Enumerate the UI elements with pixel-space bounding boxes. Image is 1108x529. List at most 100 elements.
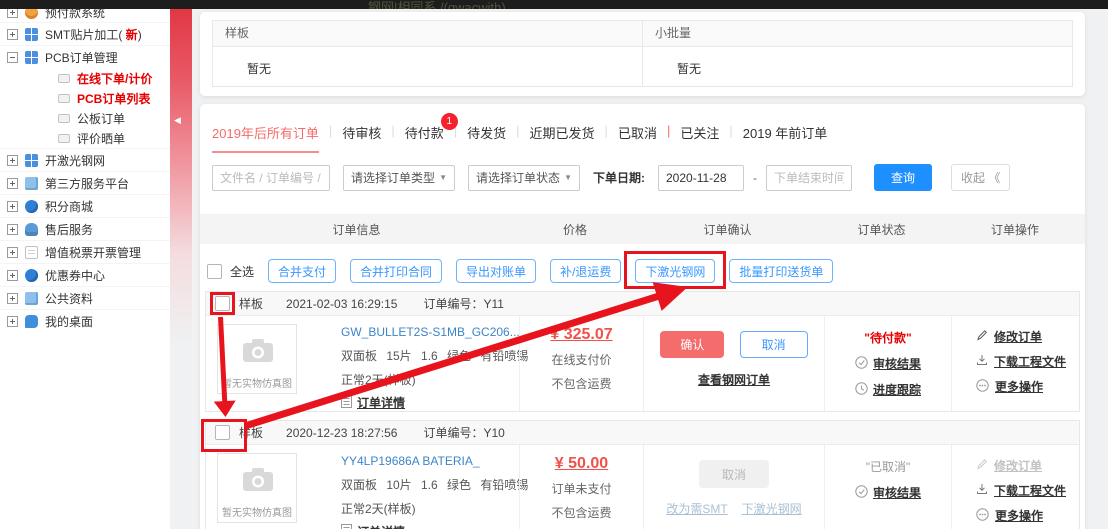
order-date-label: 下单日期: [593,169,645,186]
tab-recently-shipped[interactable]: 近期已发货 [530,123,595,151]
bulk-button-steel-stencil[interactable]: 下激光钢网 [635,259,715,283]
expand-plus-icon[interactable] [7,201,18,212]
chat-bubble-icon [25,315,38,328]
summary-empty-sample: 暂无 [213,47,642,86]
bulk-button-freight-adjust[interactable]: 补/退运费 [550,259,621,283]
review-result-link[interactable]: 审核结果 [873,484,921,501]
price-note: 订单未支付 [520,480,643,497]
tab-separator: | [595,123,618,138]
more-actions-icon [976,508,989,524]
bulk-button-merge-pay[interactable]: 合并支付 [268,259,336,283]
collapse-filters-button[interactable]: 收起 《 [951,164,1010,191]
modify-order-link-disabled: 修改订单 [994,457,1042,474]
start-date-input[interactable] [658,165,744,191]
check-circle-icon [855,356,868,372]
expand-plus-icon[interactable] [7,247,18,258]
expand-plus-icon[interactable] [7,155,18,166]
tab-pending-shipment[interactable]: 待发货 [467,123,506,151]
tab-followed[interactable]: 已关注 [680,123,719,151]
sidebar-item-third-party-platform[interactable]: 第三方服务平台 [0,171,170,194]
modify-order-link[interactable]: 修改订单 [994,328,1042,345]
progress-tracking-link[interactable]: 进度跟踪 [873,381,921,398]
order-datetime: 2020-12-23 18:27:56 [286,426,397,440]
view-stencil-order-link[interactable]: 查看钢网订单 [698,371,770,388]
collapse-minus-icon[interactable] [7,52,18,63]
order-number: 订单编号：Y10 [423,424,504,441]
coupon-globe-icon [25,269,38,282]
summary-table: 样板 暂无 小批量 暂无 [212,20,1073,87]
top-bar-text-fragment: 钢网|相同系 /(qwacwith) [368,0,506,9]
end-date-input[interactable] [766,165,852,191]
order-detail-link[interactable]: 订单详情 [357,523,405,529]
expand-plus-icon[interactable] [7,29,18,40]
tab-orders-before-2019[interactable]: 2019 年前订单 [743,123,828,151]
select-all-label[interactable]: 全选 [230,263,254,280]
subitem-icon [58,114,70,123]
order-title-link[interactable]: GW_BULLET2S-S1MB_GC206... [341,325,519,339]
tab-pending-review[interactable]: 待审核 [342,123,381,151]
confirm-order-button[interactable]: 确认 [660,331,724,358]
download-engineering-files-link[interactable]: 下载工程文件 [994,482,1066,499]
sidebar-item-coupon-center[interactable]: 优惠券中心 [0,263,170,286]
order-title-link[interactable]: YY4LP19686A BATERIA_ [341,454,519,468]
platform-icon [25,177,38,190]
expand-plus-icon[interactable] [7,270,18,281]
sidebar-collapse-handle[interactable]: ◀ [174,115,181,126]
order-price-link[interactable]: ¥ 325.07 [520,326,643,344]
order-type-select[interactable]: 请选择订单类型▼ [343,165,455,191]
sidebar-item-laser-stencil[interactable]: 开激光钢网 [0,148,170,171]
order-checkbox-1[interactable] [215,296,230,311]
bulk-button-batch-print-delivery[interactable]: 批量打印送货单 [729,259,833,283]
sidebar-edge-gradient: ◀ [170,9,192,404]
download-engineering-files-link[interactable]: 下载工程文件 [994,353,1066,370]
tab-separator: | [657,123,680,138]
select-all-checkbox[interactable] [207,264,222,279]
sidebar-item-pcb-order-management[interactable]: PCB订单管理 [0,45,170,68]
sidebar-subitem-public-board-orders[interactable]: 公板订单 [0,108,170,128]
expand-plus-icon[interactable] [7,316,18,327]
check-circle-icon [855,485,868,501]
order-checkbox-2[interactable] [215,425,230,440]
price-note: 不包含运费 [520,375,643,392]
more-actions-link[interactable]: 更多操作 [995,378,1043,395]
points-globe-icon [25,200,38,213]
expand-plus-icon[interactable] [7,293,18,304]
resources-icon [25,292,38,305]
col-header-order-status: 订单状态 [818,221,945,238]
order-detail-link[interactable]: 订单详情 [357,394,405,411]
cancel-order-button-disabled: 取消 [699,460,769,488]
tab-all-orders-after-2019[interactable]: 2019年后所有订单 [212,123,319,153]
order-lead-time: 正常2天(样板) [341,371,519,388]
tab-pending-payment[interactable]: 待付款1 [405,123,444,151]
tab-separator: | [381,123,404,138]
sidebar-subitem-online-order[interactable]: 在线下单/计价 [0,68,170,88]
expand-plus-icon[interactable] [7,178,18,189]
sidebar-item-public-resources[interactable]: 公共资料 [0,286,170,309]
more-actions-link[interactable]: 更多操作 [995,507,1043,524]
sidebar-item-my-desktop[interactable]: 我的桌面 [0,309,170,332]
order-row-header: 样板 2021-02-03 16:29:15 订单编号：Y11 [206,292,1079,316]
search-button[interactable]: 查询 [874,164,932,191]
sidebar-subitem-review-orders[interactable]: 评价晒单 [0,128,170,148]
sidebar-subitem-pcb-order-list[interactable]: PCB订单列表 [0,88,170,108]
orders-panel: 2019年后所有订单 | 待审核 | 待付款1 | 待发货 | 近期已发货 | … [200,104,1085,529]
invoice-doc-icon [25,246,38,259]
subitem-icon [58,74,70,83]
person-icon [25,223,38,236]
change-to-smt-link-disabled: 改为需SMT [666,500,727,517]
sidebar-item-points-mall[interactable]: 积分商城 [0,194,170,217]
order-price-link[interactable]: ¥ 50.00 [520,455,643,473]
keyword-input[interactable] [212,165,330,191]
bulk-button-merge-print-contract[interactable]: 合并打印合同 [350,259,442,283]
order-specs: 双面板 10片 1.6 绿色 有铅喷锡 [341,476,519,493]
cancel-order-button[interactable]: 取消 [740,331,808,358]
expand-plus-icon[interactable] [7,224,18,235]
sidebar-item-vat-invoice[interactable]: 增值税票开票管理 [0,240,170,263]
bulk-button-export-statement[interactable]: 导出对账单 [456,259,536,283]
sidebar-item-after-sales[interactable]: 售后服务 [0,217,170,240]
sidebar-item-smt-processing[interactable]: SMT贴片加工( 新) [0,22,170,45]
tab-cancelled[interactable]: 已取消 [618,123,657,151]
pending-payment-count-badge: 1 [441,113,458,130]
order-status-select[interactable]: 请选择订单状态▼ [468,165,580,191]
review-result-link[interactable]: 审核结果 [873,355,921,372]
